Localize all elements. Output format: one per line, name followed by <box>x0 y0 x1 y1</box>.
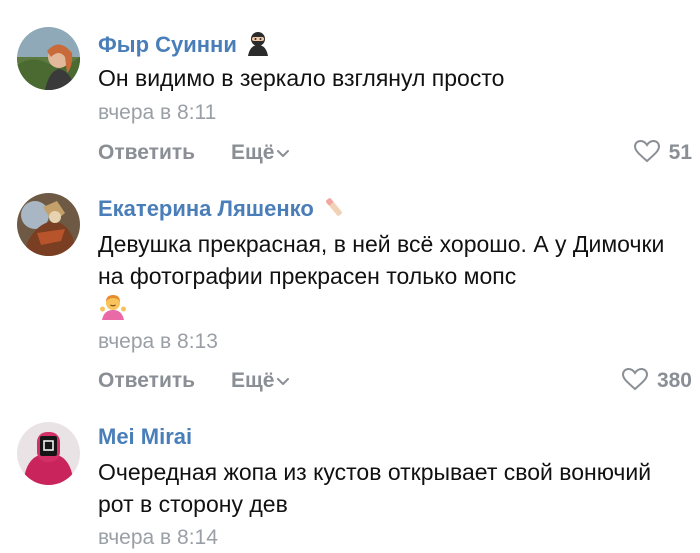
author-name[interactable]: Mei Mirai <box>98 424 192 450</box>
comment-date[interactable]: вчера в 8:14 <box>98 525 218 551</box>
author-name-text[interactable]: Mei Mirai <box>98 424 192 449</box>
avatar[interactable] <box>17 422 80 485</box>
masked-figure-avatar <box>17 422 80 485</box>
comment-item: Mei Mirai Очередная жопа из кустов откры… <box>0 0 700 553</box>
comment-text: Очередная жопа из кустов открывает свой … <box>98 459 652 517</box>
